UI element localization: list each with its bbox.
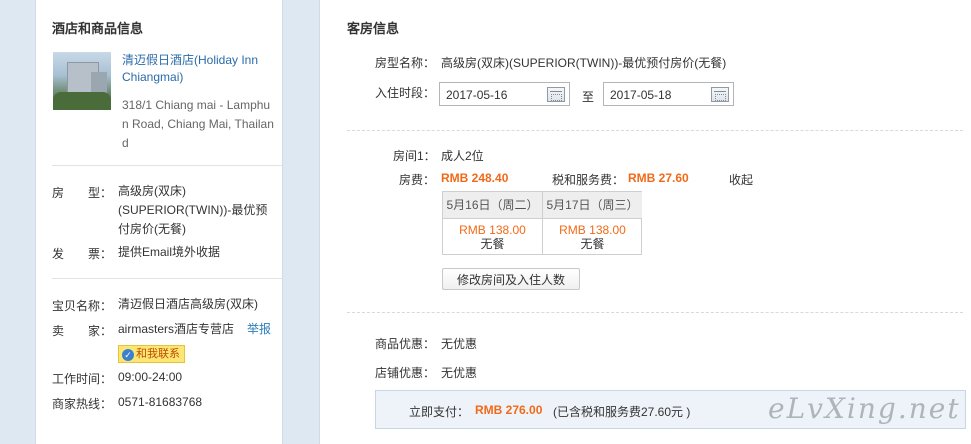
checkout-date-input[interactable]: 2017-05-18 [603, 82, 734, 106]
checkin-date-input[interactable]: 2017-05-16 [439, 82, 570, 106]
contact-seller-button[interactable]: ✓ 和我联系 [118, 345, 185, 363]
invoice-value: 提供Email境外收据 [118, 245, 221, 259]
item-name-label: 宝贝名称： [52, 299, 113, 313]
day-price: RMB 138.00 [459, 223, 526, 237]
room-fee-label: 房费： [399, 173, 436, 187]
checkin-date-value: 2017-05-16 [446, 88, 508, 102]
hours-label: 工作时间： [52, 372, 113, 386]
day-date: 5月17日（周三） [543, 192, 642, 219]
pay-now-label: 立即支付： [409, 405, 470, 419]
stay-period-label: 入住时段： [375, 86, 436, 100]
pay-note: (已含税和服务费27.60元 ) [553, 405, 691, 419]
divider [52, 165, 282, 166]
section-title-room: 客房信息 [347, 21, 400, 36]
item-name-value: 清迈假日酒店高级房(双床) [118, 297, 258, 311]
section-title-hotel: 酒店和商品信息 [52, 21, 144, 36]
pay-amount: RMB 276.00 [475, 403, 543, 417]
hours-value: 09:00-24:00 [118, 370, 183, 384]
date-range-separator: 至 [582, 90, 595, 104]
checkout-date-value: 2017-05-18 [610, 88, 672, 102]
report-link[interactable]: 举报 [247, 320, 271, 339]
collapse-link[interactable]: 收起 [729, 171, 753, 188]
divider [347, 130, 963, 131]
contact-button-label: 和我联系 [136, 348, 180, 360]
modify-rooms-button[interactable]: 修改房间及入住人数 [442, 268, 580, 290]
room1-guests: 成人2位 [441, 149, 484, 163]
hotel-thumbnail[interactable] [53, 52, 111, 110]
day-date: 5月16日（周二） [443, 192, 542, 219]
room1-label: 房间1： [393, 149, 436, 163]
calendar-icon[interactable] [711, 87, 729, 102]
product-discount-value: 无优惠 [441, 337, 478, 351]
day-price: RMB 138.00 [559, 223, 626, 237]
room-name-label: 房型名称： [375, 56, 436, 70]
divider [347, 312, 963, 313]
shop-discount-value: 无优惠 [441, 366, 478, 380]
room-fee-value: RMB 248.40 [441, 171, 509, 185]
tax-value: RMB 27.60 [628, 171, 689, 185]
day-column: 5月16日（周二） RMB 138.00 无餐 [443, 192, 543, 254]
hotel-name-link[interactable]: 清迈假日酒店(Holiday Inn Chiangmai) [122, 52, 282, 86]
divider [52, 278, 282, 279]
room-type-value: 高级房(双床)(SUPERIOR(TWIN))-最优预付房价(无餐) [118, 184, 268, 236]
hotline-label: 商家热线： [52, 397, 113, 411]
tax-label: 税和服务费： [552, 173, 625, 187]
day-meal: 无餐 [480, 237, 505, 251]
seller-label: 卖 家： [52, 324, 113, 338]
seller-name: airmasters酒店专营店 [118, 322, 235, 336]
room-type-label: 房 型： [52, 186, 113, 200]
hotel-info-panel: 酒店和商品信息 清迈假日酒店(Holiday Inn Chiangmai) 31… [35, 0, 283, 444]
hotline-value: 0571-81683768 [118, 395, 203, 409]
chat-icon: ✓ [122, 349, 134, 361]
calendar-icon[interactable] [547, 87, 565, 102]
shop-discount-label: 店铺优惠： [375, 366, 436, 380]
daily-price-table: 5月16日（周二） RMB 138.00 无餐 5月17日（周三） RMB 13… [442, 191, 642, 255]
product-discount-label: 商品优惠： [375, 337, 436, 351]
invoice-label: 发 票： [52, 247, 113, 261]
watermark: eLvXing.net [768, 392, 961, 425]
room-name-value: 高级房(双床)(SUPERIOR(TWIN))-最优预付房价(无餐) [441, 56, 727, 70]
hotel-address: 318/1 Chiang mai - Lamphun Road, Chiang … [122, 98, 274, 150]
day-meal: 无餐 [580, 237, 605, 251]
day-column: 5月17日（周三） RMB 138.00 无餐 [543, 192, 642, 254]
